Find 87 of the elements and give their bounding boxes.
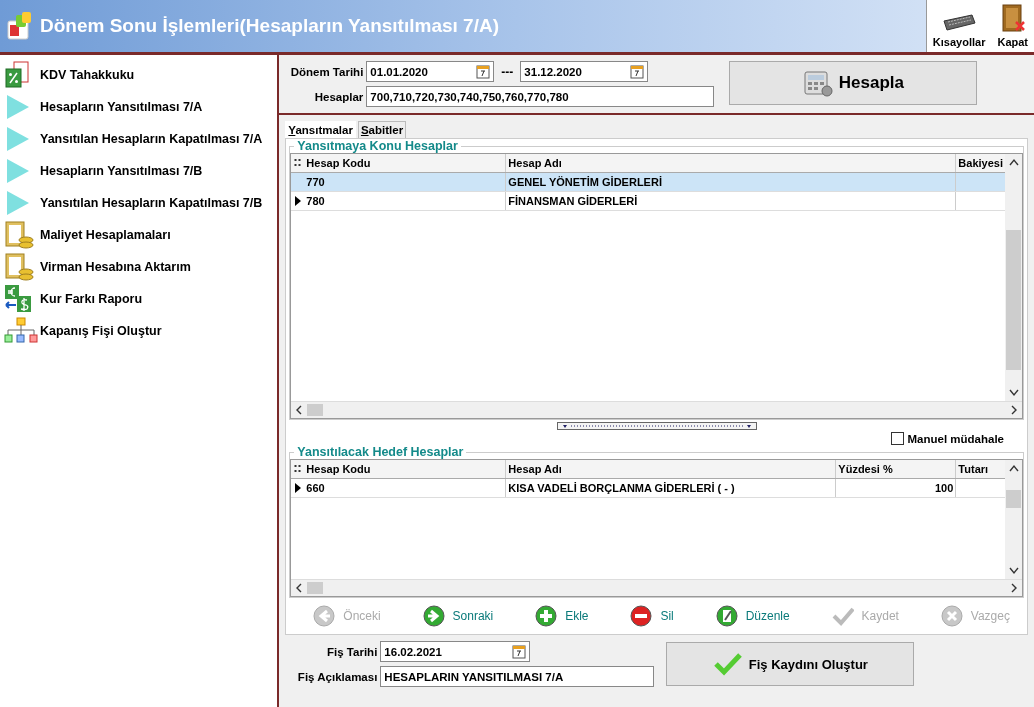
field-label: Hesaplar [313,90,364,103]
triangle-icon [4,190,30,216]
window-title: Dönem Sonu İşlemleri(Hesapların Yansıtılması 7/A) [40,15,500,37]
close-button[interactable]: Kapat [991,0,1034,52]
scroll-up-icon[interactable] [1008,464,1019,472]
toolbar-button[interactable]: Sonraki [416,604,500,628]
table-cell: FİNANSMAN GİDERLERİ [506,192,957,210]
tab[interactable]: Yansıtmalar [285,121,356,138]
scrollbar-thumb[interactable] [1006,490,1021,508]
column-header[interactable]: Hesap Adı [506,460,837,478]
hierarchy-icon [4,317,38,345]
calendar-icon[interactable] [512,644,527,659]
sidebar-item[interactable]: Yansıtılan Hesapların Kapatılması 7/A [0,123,278,155]
sidebar-item[interactable]: KDV Tahakkuku [0,59,278,91]
keyboard-icon [942,11,977,33]
splitter-handle-icon[interactable] [556,422,757,430]
group-title: Yansıtmaya Konu Hesaplar [296,139,459,153]
end-date-field[interactable]: 31.12.2020 [520,61,649,82]
table-cell: KISA VADELİ BORÇLANMA GİDERLERİ ( - ) [506,479,837,497]
sidebar-item[interactable]: Hesapların Yansıtılması 7/A [0,91,278,123]
shortcuts-button[interactable]: Kısayollar [926,0,992,52]
vertical-scrollbar[interactable] [1005,460,1022,579]
description-field[interactable]: HESAPLARIN YANSITILMASI 7/A [380,666,655,687]
door-icon [999,3,1026,33]
selected-row[interactable]: 770 GENEL YÖNETİM GİDERLERİ [291,173,1005,192]
sidebar-item[interactable]: Maliyet Hesaplamaları [0,219,278,251]
table-cell: 770 [304,173,507,191]
table-cell: 780 [304,192,507,210]
column-header[interactable]: Tutarı [956,460,1005,478]
column-header[interactable]: Bakiyesi [956,154,1005,172]
voucher-date-field[interactable]: 16.02.2021 [380,641,531,662]
clipboard-coins-icon [4,220,34,250]
field-label: Fiş Tarihi [326,645,378,658]
column-header[interactable]: Hesap Kodu [304,154,507,172]
check-mark-icon [712,652,743,676]
start-date-field[interactable]: 01.01.2020 [366,61,495,82]
field-label: Dönem Tarihi [289,65,364,78]
scroll-up-icon[interactable] [1008,158,1019,166]
sidebar-item[interactable]: Kapanış Fişi Oluştur [0,315,278,347]
sidebar-item[interactable]: Virman Hesabına Aktarım [0,251,278,283]
column-header[interactable]: Yüzdesi % [836,460,957,478]
scroll-down-icon[interactable] [1008,567,1019,575]
scroll-right-icon[interactable] [1010,583,1018,593]
vertical-scrollbar[interactable] [1005,154,1022,401]
pencil-note-icon [715,605,738,627]
calculate-button[interactable]: Hesapla [729,61,978,105]
triangle-icon [4,126,30,152]
range-separator: --- [500,64,515,79]
field-label: Fiş Açıklaması [296,670,378,683]
accounts-field[interactable]: 700,710,720,730,740,750,760,770,780 [366,86,715,107]
currency-exchange-icon [4,284,34,314]
scroll-left-icon[interactable] [295,405,304,415]
scrollbar-thumb[interactable] [307,404,324,416]
sidebar-item[interactable]: Kur Farkı Raporu [0,283,278,315]
group-title: Yansıtılacak Hedef Hesaplar [296,445,465,459]
sidebar-item[interactable]: Hesapların Yansıtılması 7/B [0,155,278,187]
calendar-icon[interactable] [476,64,491,79]
sidebar-item[interactable]: Yansıtılan Hesapların Kapatılması 7/B [0,187,278,219]
table-cell: GENEL YÖNETİM GİDERLERİ [506,173,957,191]
create-voucher-button[interactable]: Fiş Kaydını Oluştur [666,642,915,686]
cancel-icon [940,605,963,627]
triangle-icon [4,94,30,120]
table-cell: 660 [304,479,507,497]
scroll-down-icon[interactable] [1008,389,1019,397]
scrollbar-thumb[interactable] [1006,230,1021,370]
manual-override-checkbox[interactable]: Manuel müdahale [890,432,1004,445]
horizontal-scrollbar[interactable] [291,579,1022,596]
plus-icon [535,605,558,627]
scrollbar-thumb[interactable] [307,582,324,594]
toolbar-button[interactable]: Düzenle [709,604,796,628]
column-header[interactable]: Hesap Adı [506,154,957,172]
column-header[interactable]: Hesap Kodu [304,460,507,478]
check-mark-icon [831,605,854,627]
toolbar-button[interactable]: Ekle [529,604,595,628]
scroll-left-icon[interactable] [295,583,304,593]
app-logo-icon [6,11,34,41]
scroll-right-icon[interactable] [1010,405,1018,415]
percent-clipboard-icon [4,61,30,89]
toolbar-button[interactable]: Sil [624,604,680,628]
minus-icon [630,605,653,627]
calculator-icon [802,69,833,97]
horizontal-scrollbar[interactable] [291,401,1022,418]
triangle-icon [4,158,30,184]
tab[interactable]: Sabitler [357,121,407,138]
clipboard-coins-icon [4,252,34,282]
calendar-icon[interactable] [630,64,645,79]
table-cell: 100 [836,479,957,497]
